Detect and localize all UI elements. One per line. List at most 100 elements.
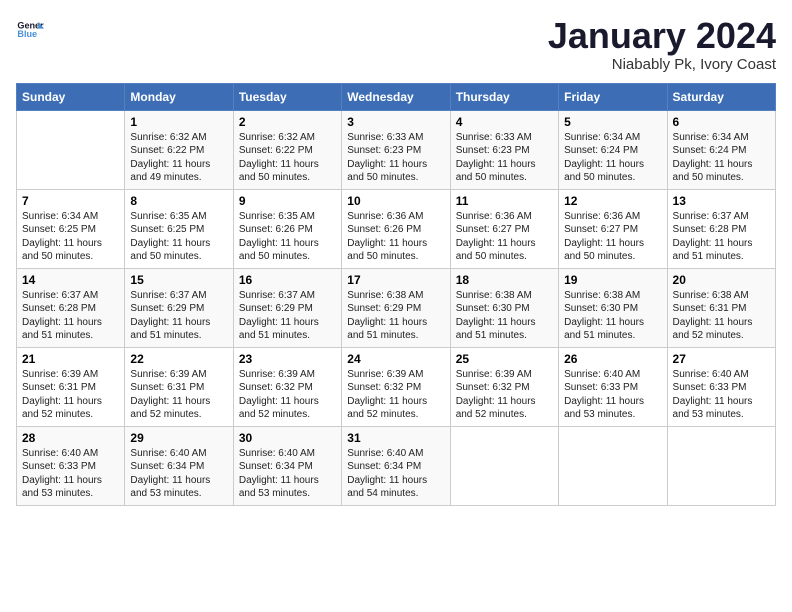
calendar-cell: 27Sunrise: 6:40 AMSunset: 6:33 PMDayligh… [667,347,775,426]
day-number: 25 [456,352,553,366]
main-title: January 2024 [548,16,776,56]
subtitle: Niabably Pk, Ivory Coast [548,56,776,73]
col-header-sunday: Sunday [17,83,125,110]
col-header-monday: Monday [125,83,233,110]
page-container: General Blue January 2024 Niabably Pk, I… [0,0,792,516]
week-row-1: 1Sunrise: 6:32 AMSunset: 6:22 PMDaylight… [17,110,776,189]
cell-info: Sunrise: 6:34 AMSunset: 6:25 PMDaylight:… [22,210,119,264]
calendar-cell [559,426,667,505]
col-header-thursday: Thursday [450,83,558,110]
day-number: 26 [564,352,661,366]
cell-info: Sunrise: 6:32 AMSunset: 6:22 PMDaylight:… [130,131,227,185]
cell-info: Sunrise: 6:35 AMSunset: 6:26 PMDaylight:… [239,210,336,264]
day-number: 22 [130,352,227,366]
cell-info: Sunrise: 6:36 AMSunset: 6:27 PMDaylight:… [564,210,661,264]
calendar-cell: 21Sunrise: 6:39 AMSunset: 6:31 PMDayligh… [17,347,125,426]
cell-info: Sunrise: 6:37 AMSunset: 6:29 PMDaylight:… [130,289,227,343]
calendar-cell: 22Sunrise: 6:39 AMSunset: 6:31 PMDayligh… [125,347,233,426]
calendar-cell [667,426,775,505]
calendar-cell: 16 Sunrise: 6:37 AMSunset: 6:29 PMDayligh… [233,268,341,347]
calendar-cell: 25 Sunrise: 6:39 AMSunset: 6:32 PMDayligh… [450,347,558,426]
day-number: 18 [456,273,553,287]
calendar-cell: 20 Sunrise: 6:38 AMSunset: 6:31 PMDayligh… [667,268,775,347]
calendar-cell: 30 Sunrise: 6:40 AMSunset: 6:34 PMDayligh… [233,426,341,505]
day-number: 31 [347,431,444,445]
cell-info: Sunrise: 6:35 AMSunset: 6:25 PMDaylight:… [130,210,227,264]
cell-info: Sunrise: 6:40 AMSunset: 6:33 PMDaylight:… [564,368,661,422]
calendar-cell: 15 Sunrise: 6:37 AMSunset: 6:29 PMDayligh… [125,268,233,347]
calendar-cell: 14 Sunrise: 6:37 AMSunset: 6:28 PMDayligh… [17,268,125,347]
cell-info: Sunrise: 6:38 AMSunset: 6:29 PMDaylight:… [347,289,444,343]
calendar-cell: 24 Sunrise: 6:39 AMSunset: 6:32 PMDayligh… [342,347,450,426]
calendar-cell: 9 Sunrise: 6:35 AMSunset: 6:26 PMDaylight… [233,189,341,268]
day-number: 3 [347,115,444,129]
day-number: 2 [239,115,336,129]
calendar-cell: 31 Sunrise: 6:40 AMSunset: 6:34 PMDayligh… [342,426,450,505]
cell-info: Sunrise: 6:33 AMSunset: 6:23 PMDaylight:… [347,131,444,185]
day-number: 21 [22,352,119,366]
day-number: 12 [564,194,661,208]
day-number: 17 [347,273,444,287]
day-number: 16 [239,273,336,287]
cell-info: Sunrise: 6:40 AMSunset: 6:34 PMDaylight:… [239,447,336,501]
cell-info: Sunrise: 6:37 AMSunset: 6:29 PMDaylight:… [239,289,336,343]
svg-text:Blue: Blue [17,29,37,39]
day-number: 7 [22,194,119,208]
cell-info: Sunrise: 6:38 AMSunset: 6:30 PMDaylight:… [456,289,553,343]
cell-info: Sunrise: 6:40 AMSunset: 6:34 PMDaylight:… [347,447,444,501]
cell-info: Sunrise: 6:36 AMSunset: 6:26 PMDaylight:… [347,210,444,264]
logo: General Blue [16,16,44,44]
calendar-cell: 17 Sunrise: 6:38 AMSunset: 6:29 PMDayligh… [342,268,450,347]
calendar-cell: 13Sunrise: 6:37 AMSunset: 6:28 PMDayligh… [667,189,775,268]
cell-info: Sunrise: 6:39 AMSunset: 6:32 PMDaylight:… [239,368,336,422]
calendar-cell: 2Sunrise: 6:32 AMSunset: 6:22 PMDaylight… [233,110,341,189]
cell-info: Sunrise: 6:34 AMSunset: 6:24 PMDaylight:… [673,131,770,185]
calendar-cell: 6 Sunrise: 6:34 AMSunset: 6:24 PMDaylight… [667,110,775,189]
calendar-cell: 23Sunrise: 6:39 AMSunset: 6:32 PMDayligh… [233,347,341,426]
day-number: 10 [347,194,444,208]
cell-info: Sunrise: 6:33 AMSunset: 6:23 PMDaylight:… [456,131,553,185]
calendar-cell: 7 Sunrise: 6:34 AMSunset: 6:25 PMDaylight… [17,189,125,268]
cell-info: Sunrise: 6:39 AMSunset: 6:32 PMDaylight:… [347,368,444,422]
calendar-cell: 5 Sunrise: 6:34 AMSunset: 6:24 PMDaylight… [559,110,667,189]
day-number: 5 [564,115,661,129]
week-row-4: 21Sunrise: 6:39 AMSunset: 6:31 PMDayligh… [17,347,776,426]
cell-info: Sunrise: 6:34 AMSunset: 6:24 PMDaylight:… [564,131,661,185]
calendar-table: SundayMondayTuesdayWednesdayThursdayFrid… [16,83,776,506]
calendar-cell: 28 Sunrise: 6:40 AMSunset: 6:33 PMDayligh… [17,426,125,505]
cell-info: Sunrise: 6:37 AMSunset: 6:28 PMDaylight:… [673,210,770,264]
calendar-cell: 10 Sunrise: 6:36 AMSunset: 6:26 PMDayligh… [342,189,450,268]
col-header-tuesday: Tuesday [233,83,341,110]
calendar-cell: 11Sunrise: 6:36 AMSunset: 6:27 PMDayligh… [450,189,558,268]
cell-info: Sunrise: 6:39 AMSunset: 6:32 PMDaylight:… [456,368,553,422]
col-header-friday: Friday [559,83,667,110]
day-number: 14 [22,273,119,287]
cell-info: Sunrise: 6:40 AMSunset: 6:34 PMDaylight:… [130,447,227,501]
day-number: 15 [130,273,227,287]
day-number: 4 [456,115,553,129]
day-number: 9 [239,194,336,208]
cell-info: Sunrise: 6:40 AMSunset: 6:33 PMDaylight:… [22,447,119,501]
week-row-5: 28 Sunrise: 6:40 AMSunset: 6:33 PMDayligh… [17,426,776,505]
header-row: SundayMondayTuesdayWednesdayThursdayFrid… [17,83,776,110]
day-number: 28 [22,431,119,445]
cell-info: Sunrise: 6:38 AMSunset: 6:31 PMDaylight:… [673,289,770,343]
col-header-saturday: Saturday [667,83,775,110]
day-number: 20 [673,273,770,287]
day-number: 24 [347,352,444,366]
calendar-cell: 18 Sunrise: 6:38 AMSunset: 6:30 PMDayligh… [450,268,558,347]
calendar-cell: 1Sunrise: 6:32 AMSunset: 6:22 PMDaylight… [125,110,233,189]
day-number: 30 [239,431,336,445]
day-number: 6 [673,115,770,129]
calendar-cell: 3 Sunrise: 6:33 AMSunset: 6:23 PMDaylight… [342,110,450,189]
cell-info: Sunrise: 6:37 AMSunset: 6:28 PMDaylight:… [22,289,119,343]
calendar-cell [17,110,125,189]
col-header-wednesday: Wednesday [342,83,450,110]
day-number: 8 [130,194,227,208]
day-number: 29 [130,431,227,445]
week-row-3: 14 Sunrise: 6:37 AMSunset: 6:28 PMDayligh… [17,268,776,347]
week-row-2: 7 Sunrise: 6:34 AMSunset: 6:25 PMDaylight… [17,189,776,268]
calendar-cell: 8 Sunrise: 6:35 AMSunset: 6:25 PMDaylight… [125,189,233,268]
calendar-cell: 4 Sunrise: 6:33 AMSunset: 6:23 PMDaylight… [450,110,558,189]
day-number: 27 [673,352,770,366]
